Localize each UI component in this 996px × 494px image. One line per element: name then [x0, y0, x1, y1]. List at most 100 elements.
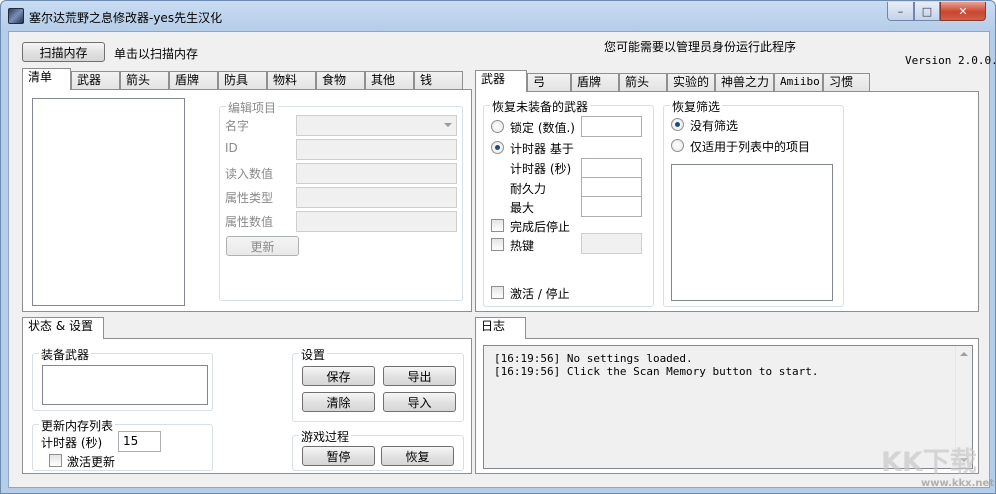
log-line: [16:19:56] No settings loaded. — [494, 352, 693, 365]
tab-other[interactable]: 其他 — [365, 71, 414, 89]
chevron-down-icon — [444, 123, 452, 127]
weapons-tabstrip: 武器 弓 盾牌 箭头 实验的 神兽之力 Amiibo 习惯 — [475, 70, 979, 92]
stop-when-done-label: 完成后停止 — [510, 220, 571, 234]
equipped-weapon-group: 装备武器 — [32, 346, 213, 411]
read-value-label: 读入数值 — [225, 167, 274, 181]
activate-stop-label: 激活 / 停止 — [510, 287, 570, 301]
edit-item-group: 编辑项目 名字 ID 读入数值 属性类型 属性数值 更新 — [219, 99, 463, 301]
tab-status-settings[interactable]: 状态 & 设置 — [22, 317, 104, 339]
restore-filter-title: 恢复筛选 — [670, 98, 723, 115]
lock-label: 锁定 (数值.) — [510, 121, 575, 135]
tab-experimental[interactable]: 实验的 — [667, 73, 715, 91]
inventory-list[interactable] — [32, 98, 185, 306]
filter-list[interactable] — [671, 164, 833, 301]
attr-type-field[interactable] — [296, 187, 457, 208]
attr-value-label: 属性数值 — [225, 215, 274, 229]
kk-watermark: KK下载 — [881, 447, 977, 478]
activate-checkbox[interactable] — [491, 286, 504, 299]
only-list-radio[interactable] — [671, 139, 684, 152]
inventory-tabstrip: 清单 武器 箭头 盾牌 防具 物料 食物 其他 钱 — [22, 68, 472, 90]
restore-filter-group: 恢复筛选 没有筛选 仅适用于列表中的项目 — [663, 98, 844, 307]
inventory-panel: 编辑项目 名字 ID 读入数值 属性类型 属性数值 更新 — [22, 89, 472, 312]
log-tabstrip: 日志 — [475, 317, 979, 339]
client-area: 扫描内存 单击以扫描内存 您可能需要以管理员身份运行此程序 Version 2.… — [8, 31, 996, 489]
game-process-title: 游戏过程 — [299, 428, 352, 445]
log-line: [16:19:56] Click the Scan Memory button … — [494, 365, 819, 378]
refresh-timer-field[interactable]: 15 — [118, 431, 161, 452]
tab-restore-weapons[interactable]: 武器 — [475, 70, 527, 92]
stop-when-done-checkbox[interactable] — [491, 219, 504, 232]
tab-money[interactable]: 钱 — [414, 71, 463, 89]
tab-bows[interactable]: 弓 — [527, 73, 571, 91]
version-label: Version 2.0.0. — [905, 54, 996, 67]
lock-value-field[interactable] — [581, 116, 642, 137]
tab-materials[interactable]: 物料 — [267, 71, 316, 89]
no-filter-label: 没有筛选 — [690, 119, 739, 133]
tab-food[interactable]: 食物 — [316, 71, 365, 89]
max-label: 最大 — [510, 201, 535, 215]
tab-log[interactable]: 日志 — [475, 317, 526, 339]
status-panel: 装备武器 更新内存列表 计时器 (秒) 15 激活更新 设置 保存 导出 清除 … — [22, 338, 472, 474]
hotkey-checkbox[interactable] — [491, 238, 504, 251]
attr-value-field[interactable] — [296, 211, 457, 232]
update-button[interactable]: 更新 — [226, 236, 299, 256]
name-label: 名字 — [225, 119, 250, 133]
settings-group: 设置 保存 导出 清除 导入 — [292, 346, 464, 422]
timer-based-label: 计时器 基于 — [510, 142, 574, 156]
id-label: ID — [225, 141, 238, 155]
hotkey-field[interactable] — [581, 233, 642, 254]
auto-refresh-checkbox[interactable] — [49, 454, 62, 467]
restore-unequipped-group: 恢复未装备的武器 锁定 (数值.) 计时器 基于 计时器 (秒) 耐久力 最大 … — [483, 98, 654, 307]
scan-memory-button[interactable]: 扫描内存 — [22, 42, 105, 62]
max-field[interactable] — [581, 196, 642, 217]
resume-button[interactable]: 恢复 — [381, 446, 454, 466]
save-button[interactable]: 保存 — [302, 366, 375, 386]
tab-inventory[interactable]: 清单 — [22, 68, 71, 90]
tab-restore-arrows[interactable]: 箭头 — [619, 73, 667, 91]
tab-armor[interactable]: 防具 — [218, 71, 267, 89]
minimize-button[interactable]: – — [887, 2, 914, 21]
refresh-timer-label: 计时器 (秒) — [41, 436, 103, 450]
only-list-label: 仅适用于列表中的项目 — [690, 140, 811, 154]
tab-champion-abilities[interactable]: 神兽之力 — [715, 73, 774, 91]
hotkey-label: 热键 — [510, 239, 535, 253]
equipped-weapon-title: 装备武器 — [39, 346, 92, 363]
export-button[interactable]: 导出 — [383, 366, 456, 386]
durability-field[interactable] — [581, 177, 642, 198]
status-tabstrip: 状态 & 设置 — [22, 317, 472, 339]
name-select[interactable] — [296, 115, 457, 136]
tab-habits[interactable]: 习惯 — [823, 73, 870, 91]
scroll-up-icon[interactable] — [960, 352, 968, 356]
no-filter-radio[interactable] — [671, 118, 684, 131]
timer-seconds-label: 计时器 (秒) — [510, 162, 572, 176]
scan-hint-label: 单击以扫描内存 — [114, 47, 199, 61]
auto-refresh-label: 激活更新 — [67, 455, 116, 469]
timer-seconds-field[interactable] — [581, 158, 642, 179]
refresh-list-title: 更新内存列表 — [39, 417, 116, 434]
tab-weapons[interactable]: 武器 — [71, 71, 120, 89]
tab-amiibo[interactable]: Amiibo — [774, 73, 823, 91]
edit-item-title: 编辑项目 — [226, 99, 279, 116]
equipped-weapon-box[interactable] — [42, 365, 208, 405]
id-field[interactable] — [296, 139, 457, 160]
game-process-group: 游戏过程 暂停 恢复 — [292, 428, 464, 471]
read-value-field[interactable] — [296, 163, 457, 184]
import-button[interactable]: 导入 — [383, 392, 456, 412]
timer-radio[interactable] — [491, 141, 504, 154]
title-bar[interactable]: 塞尔达荒野之息修改器-yes先生汉化 – □ ✕ — [1, 1, 995, 31]
attr-type-label: 属性类型 — [225, 191, 274, 205]
admin-notice: 您可能需要以管理员身份运行此程序 — [604, 40, 797, 54]
settings-title: 设置 — [299, 346, 328, 363]
lock-radio[interactable] — [491, 120, 504, 133]
maximize-button[interactable]: □ — [914, 2, 940, 21]
clear-button[interactable]: 清除 — [302, 392, 375, 412]
restore-unequipped-title: 恢复未装备的武器 — [490, 98, 591, 115]
tab-restore-shields[interactable]: 盾牌 — [571, 73, 619, 91]
tab-arrows[interactable]: 箭头 — [120, 71, 169, 89]
durability-label: 耐久力 — [510, 182, 547, 196]
watermark-url: www.kkx.net — [921, 478, 995, 489]
pause-button[interactable]: 暂停 — [302, 446, 375, 466]
close-button[interactable]: ✕ — [940, 2, 986, 21]
window-title: 塞尔达荒野之息修改器-yes先生汉化 — [29, 11, 223, 25]
tab-shields[interactable]: 盾牌 — [169, 71, 218, 89]
